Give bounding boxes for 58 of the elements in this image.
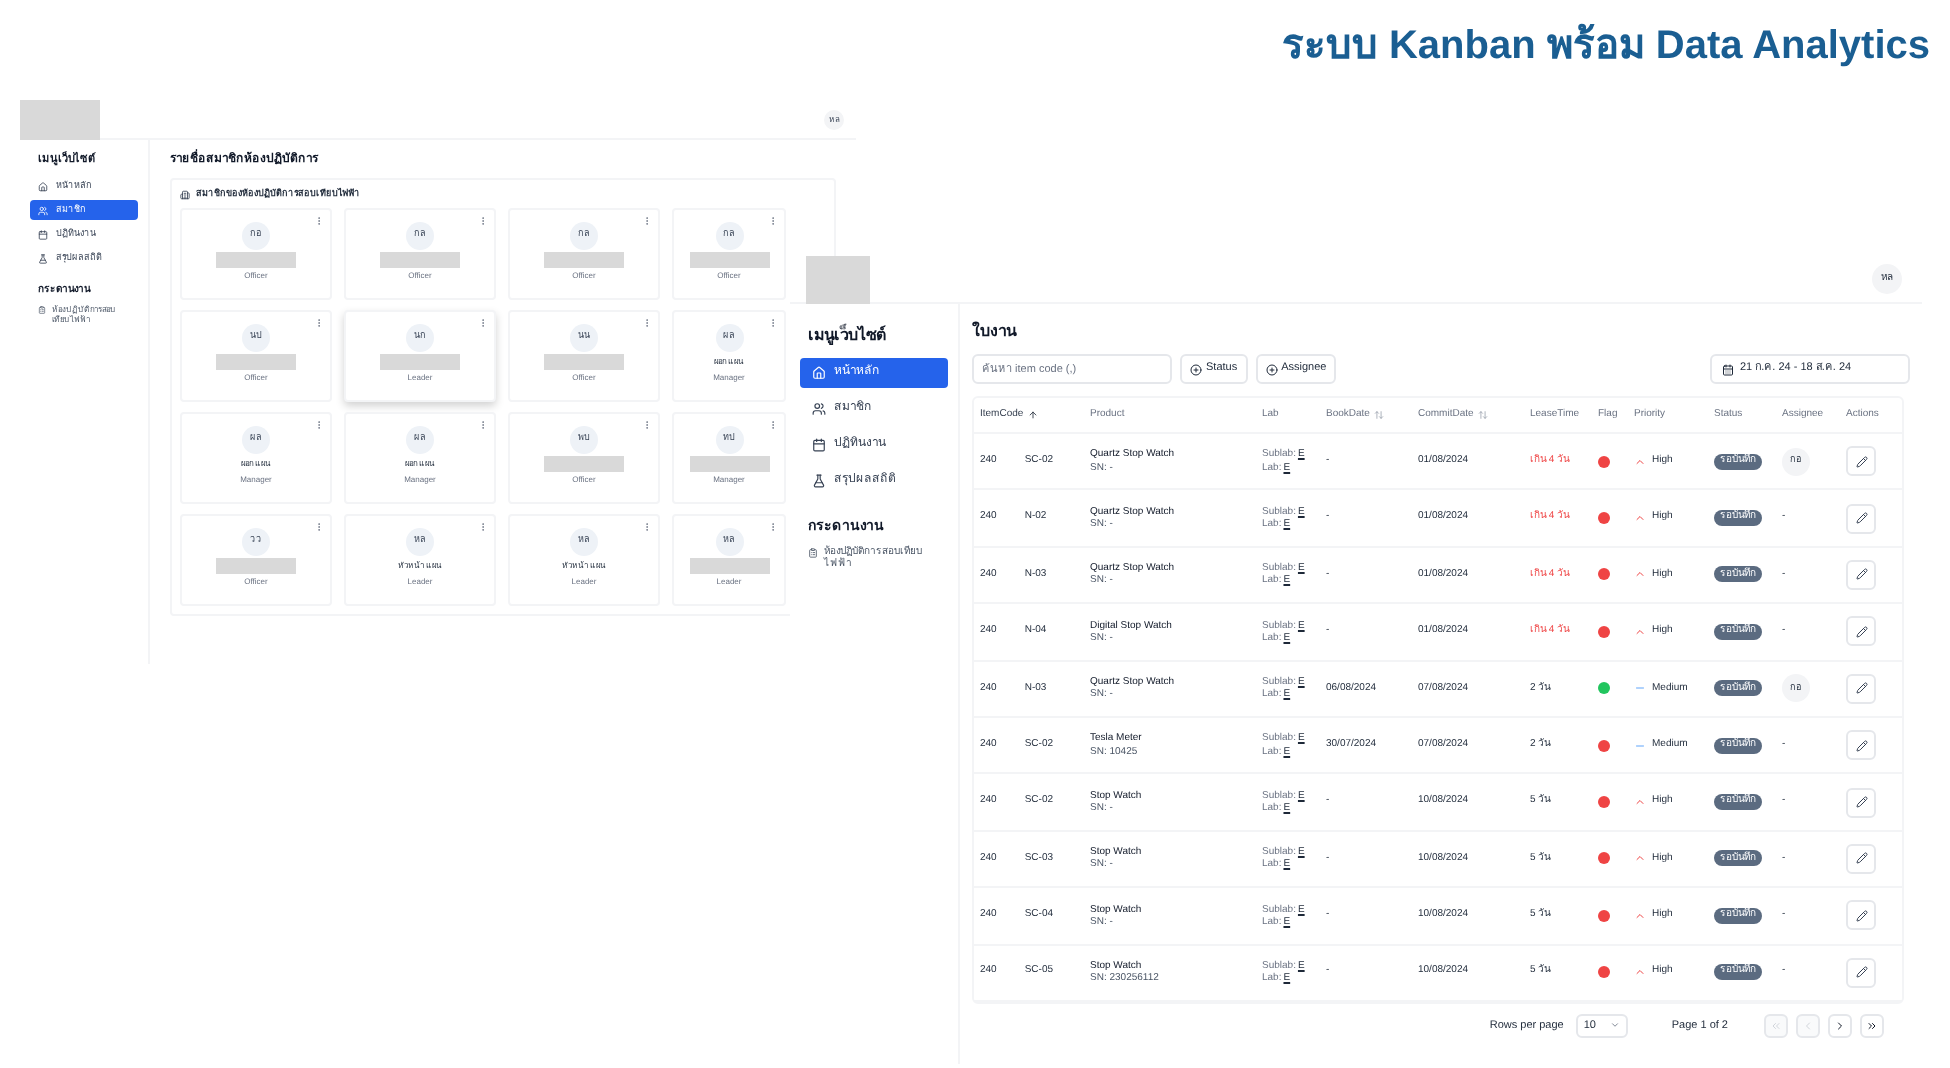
edit-button[interactable] — [1846, 730, 1876, 761]
building-icon — [180, 189, 190, 200]
pencil-icon — [1855, 682, 1867, 695]
sort-icon[interactable] — [1477, 410, 1488, 420]
edit-button[interactable] — [1846, 559, 1876, 590]
dash-icon — [1634, 739, 1646, 752]
flask-icon — [38, 253, 48, 264]
clipboard-icon — [808, 547, 818, 557]
calendar-icon — [812, 438, 826, 452]
double-chevron-right-icon — [1866, 1019, 1878, 1032]
chevron-down-icon — [1609, 1020, 1620, 1031]
users-icon — [812, 402, 826, 416]
home-icon — [38, 181, 48, 192]
edit-button[interactable] — [1846, 900, 1876, 931]
pencil-icon — [1855, 909, 1867, 922]
edit-button[interactable] — [1846, 673, 1876, 704]
dash-icon — [1634, 682, 1646, 695]
edit-button[interactable] — [1846, 843, 1876, 874]
users-icon — [38, 205, 48, 216]
chevron-right-icon — [1834, 1019, 1846, 1032]
slide-title: ระบบ Kanban พร้อม Data Analytics — [1281, 21, 1930, 72]
edit-button[interactable] — [1846, 446, 1876, 477]
edit-button[interactable] — [1846, 787, 1876, 818]
plus-circle-icon — [1265, 363, 1278, 375]
chevron-up-icon — [1634, 796, 1646, 809]
edit-button[interactable] — [1846, 503, 1876, 534]
pagination-button[interactable] — [1828, 1013, 1852, 1038]
sort-up-icon[interactable] — [1027, 410, 1038, 420]
pencil-icon — [1855, 512, 1867, 525]
logo-placeholder — [806, 255, 870, 303]
chevron-up-icon — [1634, 512, 1646, 525]
chevron-up-icon — [1634, 852, 1646, 865]
logo-placeholder — [20, 99, 100, 139]
edit-button[interactable] — [1846, 957, 1876, 988]
chevron-up-icon — [1634, 625, 1646, 638]
pencil-icon — [1855, 739, 1867, 752]
pencil-icon — [1855, 852, 1867, 865]
page-title: ใบงาน — [972, 320, 1019, 344]
pencil-icon — [1855, 455, 1867, 468]
calendar-icon — [38, 229, 48, 240]
flask-icon — [812, 474, 826, 488]
edit-button[interactable] — [1846, 616, 1876, 647]
pencil-icon — [1855, 625, 1867, 638]
chevron-up-icon — [1634, 909, 1646, 922]
calendar-icon — [1722, 363, 1734, 375]
menu-heading: เมนูเว็บไซต์ — [806, 324, 888, 348]
pagination-button[interactable] — [1860, 1013, 1884, 1038]
sort-icon[interactable] — [1373, 410, 1384, 420]
pencil-icon — [1855, 568, 1867, 581]
chevron-up-icon — [1634, 455, 1646, 468]
chevron-up-icon — [1634, 966, 1646, 979]
pencil-icon — [1855, 796, 1867, 809]
chevron-up-icon — [1634, 568, 1646, 581]
plus-circle-icon — [1190, 363, 1202, 375]
double-chevron-left-icon — [1770, 1019, 1782, 1032]
pencil-icon — [1855, 966, 1867, 979]
clipboard-icon — [38, 305, 46, 314]
home-icon — [812, 366, 826, 380]
